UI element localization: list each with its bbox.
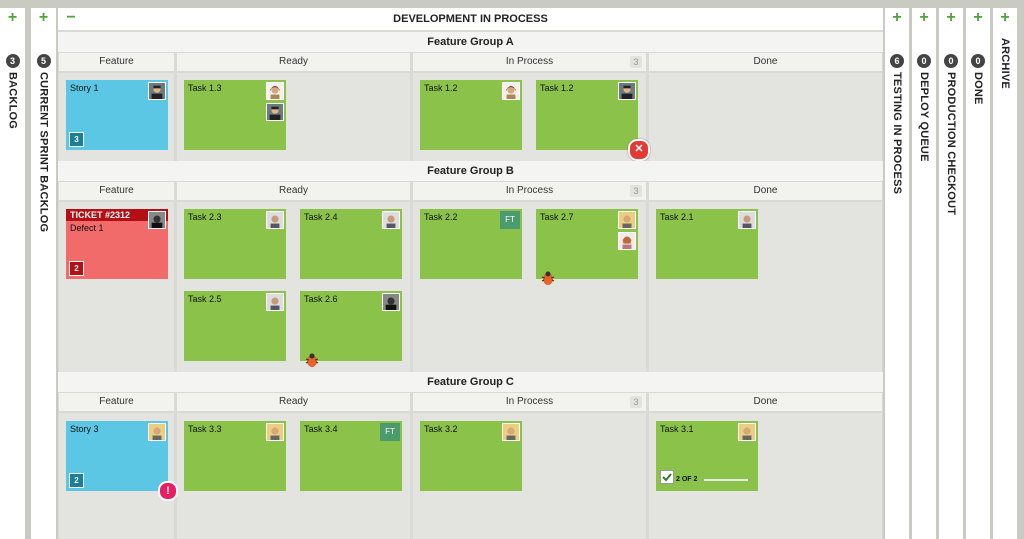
group-a-title: Feature Group A [58,32,883,52]
development-board: − DEVELOPMENT IN PROCESS Feature Group A… [58,8,883,539]
lane-feature: Feature [59,53,174,71]
ft-tag: FT [500,211,520,229]
wip-limit: 3 [630,56,642,68]
deploy-queue-count: 0 [917,54,931,68]
sprint-backlog-count: 5 [36,54,51,68]
wip-limit: 3 [630,396,642,408]
done-label[interactable]: DONE [972,72,984,105]
sprint-backlog-column[interactable]: + 5 CURRENT SPRINT BACKLOG [31,8,56,539]
alert-icon[interactable]: ! [158,481,178,501]
ft-tag: FT [380,423,400,441]
lane-done: Done [649,393,882,411]
group-b-title: Feature Group B [58,161,883,181]
avatar [266,103,284,121]
lane-in-process-label: In Process [505,396,554,407]
add-done-button[interactable]: + [966,10,990,26]
archive-column[interactable]: + ARCHIVE [993,8,1017,539]
add-deploy-queue-button[interactable]: + [912,10,936,26]
done-count: 0 [971,54,985,68]
card-task-2-2[interactable]: Task 2.2 FT [420,209,522,279]
avatar [738,423,756,441]
testing-count: 6 [890,54,904,68]
testing-column[interactable]: + 6 TESTING IN PROCESS [885,8,909,539]
story-points-badge: 2 [69,473,84,488]
checklist-progress-bar [704,479,748,481]
add-backlog-button[interactable]: + [0,10,25,26]
collapse-button[interactable]: − [64,8,78,30]
board-header: − DEVELOPMENT IN PROCESS [58,8,883,30]
lane-in-process-label: In Process [505,56,554,67]
add-sprint-backlog-button[interactable]: + [31,10,56,26]
bug-icon[interactable] [304,352,320,368]
bug-icon[interactable] [540,270,556,286]
card-task-1-2[interactable]: Task 1.2 [420,80,522,150]
card-task-2-3[interactable]: Task 2.3 [184,209,286,279]
avatar [266,423,284,441]
avatar [382,293,400,311]
story-points-badge: 3 [69,132,84,147]
lane-in-process: In Process 3 [413,393,646,411]
card-story-3[interactable]: Story 3 2 [66,421,168,491]
card-task-2-5[interactable]: Task 2.5 [184,291,286,361]
card-defect-1[interactable]: TICKET #2312 Defect 1 2 [66,209,168,279]
card-task-1-3[interactable]: Task 1.3 [184,80,286,150]
avatar [502,82,520,100]
lane-ready: Ready [177,182,410,200]
checklist-progress-text: 2 OF 2 [676,476,698,483]
card-task-3-4[interactable]: Task 3.4 FT [300,421,402,491]
avatar [148,82,166,100]
card-task-2-4[interactable]: Task 2.4 [300,209,402,279]
cell-a-done [649,73,882,161]
group-c-title: Feature Group C [58,372,883,392]
avatar [266,211,284,229]
card-task-1-2-b[interactable]: Task 1.2 [536,80,638,150]
avatar [618,211,636,229]
avatar [382,211,400,229]
avatar [502,423,520,441]
add-production-checkout-button[interactable]: + [939,10,963,26]
avatar [148,423,166,441]
card-task-2-1[interactable]: Task 2.1 [656,209,758,279]
lane-ready: Ready [177,393,410,411]
card-task-3-1[interactable]: Task 3.1 2 OF 2 [656,421,758,491]
lane-in-process: In Process 3 [413,182,646,200]
blocked-icon[interactable]: ✕ [628,139,650,161]
card-task-3-3[interactable]: Task 3.3 [184,421,286,491]
sprint-backlog-label[interactable]: CURRENT SPRINT BACKLOG [38,72,50,232]
backlog-label[interactable]: BACKLOG [7,72,19,129]
production-checkout-count: 0 [944,54,958,68]
lane-feature: Feature [59,393,174,411]
archive-label[interactable]: ARCHIVE [999,38,1011,89]
deploy-queue-column[interactable]: + 0 DEPLOY QUEUE [912,8,936,539]
avatar [266,82,284,100]
add-testing-button[interactable]: + [885,10,909,26]
avatar [618,232,636,250]
lane-in-process-label: In Process [505,185,554,196]
lane-feature: Feature [59,182,174,200]
lane-done: Done [649,53,882,71]
done-column[interactable]: + 0 DONE [966,8,990,539]
testing-label[interactable]: TESTING IN PROCESS [891,72,903,194]
checkbox-icon[interactable] [660,470,674,484]
story-points-badge: 2 [69,261,84,276]
card-story-1[interactable]: Story 1 3 [66,80,168,150]
card-task-2-7[interactable]: Task 2.7 [536,209,638,279]
lane-ready: Ready [177,53,410,71]
lane-done: Done [649,182,882,200]
deploy-queue-label[interactable]: DEPLOY QUEUE [918,72,930,162]
add-archive-button[interactable]: + [993,10,1017,26]
wip-limit: 3 [630,185,642,197]
production-checkout-label[interactable]: PRODUCTION CHECKOUT [945,72,957,215]
avatar [738,211,756,229]
backlog-column[interactable]: + 3 BACKLOG [0,8,25,539]
avatar [618,82,636,100]
production-checkout-column[interactable]: + 0 PRODUCTION CHECKOUT [939,8,963,539]
avatar [148,211,166,229]
lane-in-process: In Process 3 [413,53,646,71]
backlog-count: 3 [5,54,20,68]
board-title: DEVELOPMENT IN PROCESS [393,13,548,25]
avatar [266,293,284,311]
card-task-2-6[interactable]: Task 2.6 [300,291,402,361]
card-task-3-2[interactable]: Task 3.2 [420,421,522,491]
